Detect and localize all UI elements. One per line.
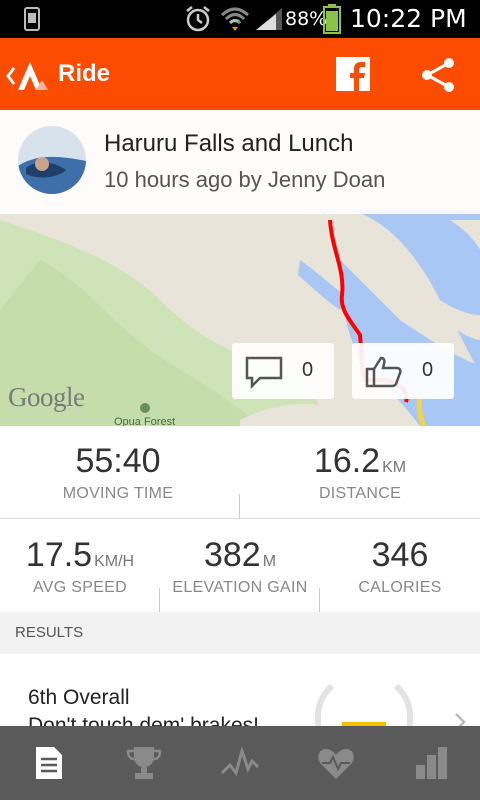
moving-time-value: 55:40 — [75, 442, 161, 480]
results-header-label: RESULTS — [15, 624, 84, 641]
divider — [239, 494, 240, 518]
activity-title: Haruru Falls and Lunch — [104, 130, 354, 157]
route-map[interactable]: Haruru Falls and Lunch 10 hours ago by J… — [0, 110, 480, 426]
google-logo: Google — [8, 382, 85, 412]
tab-stats[interactable] — [384, 726, 480, 800]
analysis-icon — [220, 745, 260, 777]
stat-distance: 16.2 KM DISTANCE — [240, 442, 480, 503]
trophy-badge-icon: 6 — [314, 683, 414, 726]
kudos-count: 0 — [422, 359, 434, 381]
thumbs-up-icon — [365, 356, 402, 388]
map-place-label: Opua Forest — [114, 416, 176, 426]
stat-avg-speed: 17.5 KM/H AVG SPEED — [0, 536, 160, 597]
back-chevron-icon[interactable] — [4, 58, 54, 94]
tab-achievements[interactable] — [96, 726, 192, 800]
battery-icon — [323, 4, 341, 34]
moving-time-label: MOVING TIME — [62, 485, 174, 502]
distance-unit: KM — [382, 459, 407, 476]
overview-icon — [36, 747, 62, 779]
stat-calories: 346 CALORIES — [320, 536, 480, 597]
calories-label: CALORIES — [358, 579, 442, 596]
trophy-icon — [126, 747, 162, 779]
tab-overview[interactable] — [0, 726, 96, 800]
stat-moving-time: 55:40 MOVING TIME — [0, 442, 236, 503]
tab-heart-rate[interactable] — [288, 726, 384, 800]
clock: 10:22 PM — [350, 4, 467, 33]
list-item[interactable]: 6th Overall Don't touch dem' brakes! 6 — [0, 654, 480, 726]
results-header: RESULTS — [0, 612, 480, 654]
elevation-value: 382 — [203, 536, 261, 574]
screenshot-icon — [24, 7, 40, 31]
distance-value: 16.2 — [313, 442, 381, 480]
activity-subtitle: 10 hours ago by Jenny Doan — [104, 167, 386, 192]
stat-elevation: 382 M ELEVATION GAIN — [160, 536, 320, 597]
status-bar: 88% 10:22 PM — [0, 0, 480, 38]
facebook-icon[interactable] — [336, 57, 370, 91]
calories-value: 346 — [371, 536, 429, 574]
comment-count: 0 — [302, 359, 314, 381]
divider — [0, 518, 480, 519]
result-segment-name: Don't touch dem' brakes! — [28, 714, 259, 726]
activity-header: Haruru Falls and Lunch 10 hours ago by J… — [0, 110, 480, 214]
heart-rate-icon — [318, 749, 354, 779]
avatar[interactable] — [18, 126, 86, 194]
bottom-nav — [0, 726, 480, 800]
elevation-label: ELEVATION GAIN — [172, 579, 308, 596]
elevation-unit: M — [262, 553, 277, 570]
wifi-icon — [220, 7, 250, 31]
signal-icon — [256, 8, 282, 30]
result-rank-text: 6th Overall — [28, 686, 130, 709]
avg-speed-value: 17.5 — [25, 536, 93, 574]
share-icon[interactable] — [419, 57, 457, 93]
kudos-button[interactable]: 0 — [352, 343, 454, 399]
tab-analysis[interactable] — [192, 726, 288, 800]
stats-panel: 55:40 MOVING TIME 16.2 KM DISTANCE 17.5 KM… — [0, 426, 480, 612]
avg-speed-unit: KM/H — [94, 553, 135, 570]
chevron-right-icon — [455, 713, 466, 726]
stats-icon — [416, 747, 447, 779]
distance-label: DISTANCE — [318, 485, 402, 502]
strava-logo-icon — [18, 62, 42, 90]
comment-icon — [245, 356, 283, 389]
action-bar: Ride — [0, 38, 480, 110]
avg-speed-label: AVG SPEED — [33, 579, 127, 596]
page-title: Ride — [58, 60, 111, 87]
comment-button[interactable]: 0 — [232, 343, 334, 399]
alarm-icon — [186, 6, 210, 32]
battery-percent: 88% — [285, 8, 328, 30]
